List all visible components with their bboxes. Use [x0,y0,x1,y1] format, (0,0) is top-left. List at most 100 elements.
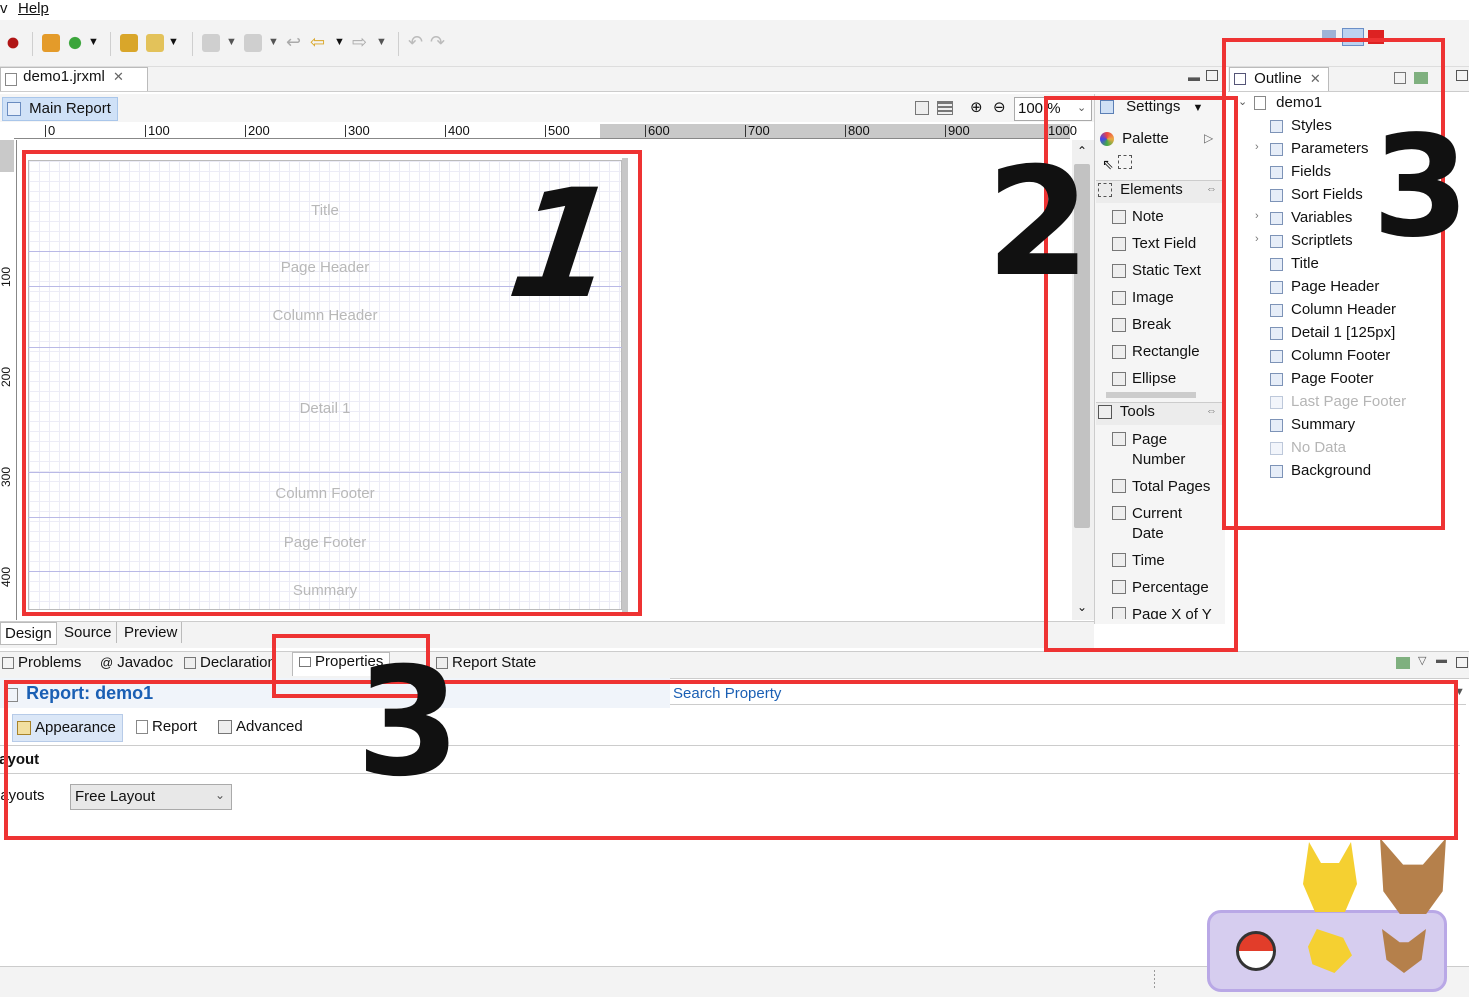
palette-item-ellipse[interactable]: Ellipse [1112,370,1176,387]
outline-item-styles[interactable]: Styles [1270,117,1332,134]
maximize-icon[interactable] [1456,657,1468,668]
outline-item-column-footer[interactable]: Column Footer [1270,347,1390,364]
outline-root[interactable]: demo1 [1254,94,1322,111]
palette-item-image[interactable]: Image [1112,289,1174,306]
outline-item-column-header[interactable]: Column Header [1270,301,1396,318]
undo-icon[interactable]: ↶ [408,32,423,53]
layouts-select[interactable]: Free Layout ⌄ [70,784,232,810]
scroll-down-icon[interactable]: ⌄ [1077,600,1087,614]
tab-javadoc[interactable]: @ Javadoc [100,654,173,676]
back-arrow-icon[interactable]: ⇦ [310,32,325,53]
close-icon[interactable]: ✕ [1310,71,1321,86]
tab-preview[interactable]: Preview [120,622,183,643]
forward-arrow-icon[interactable]: ⇨ [352,32,367,53]
expand-arrow-icon[interactable]: › [1255,210,1259,222]
outline-item-scriptlets[interactable]: Scriptlets [1270,232,1353,249]
palette-item-note[interactable]: Note [1112,208,1164,225]
last-edit-icon[interactable]: ↩ [286,32,301,53]
subtab-advanced[interactable]: Advanced [218,718,303,735]
minimize-icon[interactable]: ▬ [1188,70,1200,84]
elements-drawer-header[interactable]: Elements ⇔ [1096,180,1222,203]
palette-tool-total-pages[interactable]: Total Pages [1112,477,1210,497]
view-menu-icon[interactable]: ▽ [1418,654,1426,667]
run-icon[interactable] [66,34,84,52]
zoom-in-icon[interactable]: ⊕ [970,98,983,116]
outline-item-parameters[interactable]: Parameters [1270,140,1369,157]
pikachu-icon[interactable] [1308,929,1352,973]
chevron-down-icon[interactable]: ▼ [376,36,387,48]
outline-item-fields[interactable]: Fields [1270,163,1331,180]
report-perspective-icon[interactable] [1342,28,1364,46]
zoom-combo[interactable]: 100 % ⌄ [1014,97,1092,121]
tab-design[interactable]: Design [0,622,57,645]
chevron-down-icon[interactable]: ▼ [168,36,179,48]
editor-file-tab[interactable]: demo1.jrxml ✕ [0,67,148,91]
band-separator[interactable] [28,571,622,572]
java-perspective-icon[interactable] [1368,30,1384,44]
pin-icon[interactable]: ⇔ [1206,183,1217,195]
tab-source[interactable]: Source [60,622,117,643]
band-layout-icon[interactable] [937,101,953,115]
outline-item-variables[interactable]: Variables [1270,209,1352,226]
outline-item-page-footer[interactable]: Page Footer [1270,370,1374,387]
outline-item-last-page-footer[interactable]: Last Page Footer [1270,393,1406,410]
chevron-down-icon[interactable]: ▼ [226,36,237,48]
link-editor-icon[interactable] [1414,72,1428,84]
palette-item-static-text[interactable]: Static Text [1112,262,1201,279]
maximize-icon[interactable] [1456,70,1468,81]
maximize-icon[interactable] [1206,70,1218,81]
palette-header[interactable]: Palette ▷ [1100,130,1220,152]
tools-drawer-header[interactable]: Tools ⇔ [1096,402,1222,425]
chevron-down-icon[interactable]: ▼ [1193,102,1204,114]
chevron-down-icon[interactable]: ⌄ [215,788,225,802]
palette-item-break[interactable]: Break [1112,316,1171,333]
wand-icon[interactable] [146,34,164,52]
palette-tool-current-date[interactable]: Current Date [1112,504,1182,544]
subtab-appearance[interactable]: Appearance [12,714,123,742]
tab-declaration[interactable]: Declaration [184,654,276,676]
redo-icon[interactable]: ↷ [430,32,445,53]
outline-item-title[interactable]: Title [1270,255,1319,272]
outline-item-detail-1-125px-[interactable]: Detail 1 [125px] [1270,324,1395,341]
prev-annotation-icon[interactable] [244,34,262,52]
collapse-all-icon[interactable] [1394,72,1406,84]
palette-item-rectangle[interactable]: Rectangle [1112,343,1200,360]
palette-tool-page-x-of-y[interactable]: Page X of Y [1112,605,1212,619]
open-folder-icon[interactable] [120,34,138,52]
menu-item-help[interactable]: Help [18,0,49,17]
outline-item-sort-fields[interactable]: Sort Fields [1270,186,1363,203]
tab-problems[interactable]: Problems [2,654,81,676]
minimize-icon[interactable]: ▬ [1436,654,1447,666]
band-separator[interactable] [28,472,622,473]
zoom-out-icon[interactable]: ⊖ [993,98,1006,116]
close-icon[interactable]: ✕ [113,69,124,84]
expand-arrow-icon[interactable]: › [1255,233,1259,245]
band-separator[interactable] [28,517,622,518]
chevron-down-icon[interactable]: ⌄ [1077,101,1086,114]
palette-item-text-field[interactable]: Text Field [1112,235,1196,252]
chevron-down-icon[interactable]: ▼ [88,36,99,48]
palette-tool-page-number[interactable]: Page Number [1112,430,1185,470]
chevron-down-icon[interactable]: ▼ [334,36,345,48]
subtab-report[interactable]: Report [136,718,197,735]
menu-item-partial[interactable]: v [0,0,8,17]
perspective-icon[interactable] [1322,30,1336,42]
palette-settings[interactable]: Settings ▼ [1100,98,1220,122]
chevron-right-icon[interactable]: ▷ [1204,131,1213,145]
palette-tool-time[interactable]: Time [1112,551,1165,571]
next-annotation-icon[interactable] [202,34,220,52]
outline-tab[interactable]: Outline ✕ [1229,67,1329,91]
pin-icon[interactable]: ⇔ [1206,405,1217,417]
new-report-icon[interactable] [42,34,60,52]
debug-icon[interactable] [4,34,22,52]
outline-item-no-data[interactable]: No Data [1270,439,1346,456]
expand-arrow-icon[interactable]: › [1255,141,1259,153]
select-tool-icon[interactable]: ⇖ [1102,156,1114,173]
outline-item-page-header[interactable]: Page Header [1270,278,1379,295]
palette-tool-percentage[interactable]: Percentage [1112,578,1209,598]
chevron-down-icon[interactable]: ▼ [1454,686,1465,698]
pokeball-icon[interactable] [1236,931,1276,971]
page-setup-icon[interactable] [915,101,929,115]
outline-item-summary[interactable]: Summary [1270,416,1355,433]
eevee-icon[interactable] [1382,929,1426,973]
